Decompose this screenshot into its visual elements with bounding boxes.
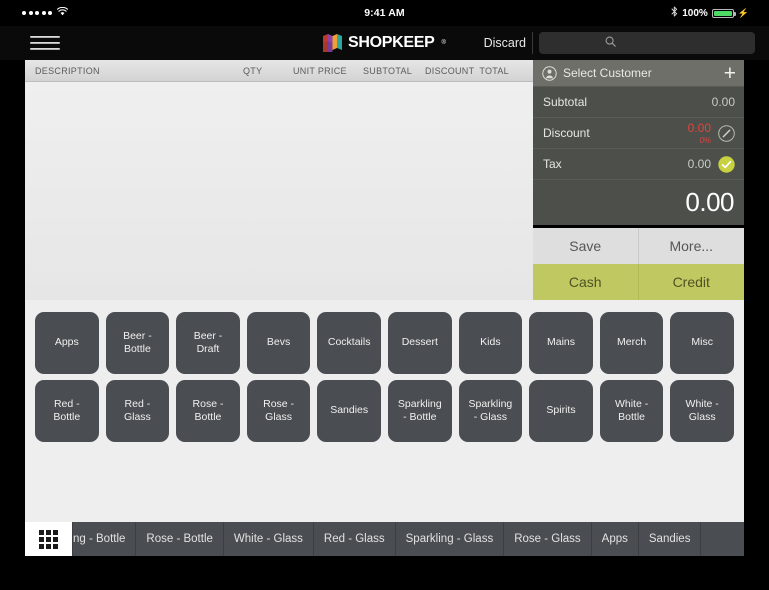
category-button[interactable]: Beer - Bottle — [105, 312, 170, 374]
tab-sparkling-bottle[interactable]: ng - Bottle — [73, 522, 137, 556]
category-button[interactable]: Mains — [529, 312, 593, 374]
ticket-column-headers: DESCRIPTION QTY UNIT PRICE SUBTOTAL DISC… — [25, 60, 533, 82]
grid-view-glyph — [39, 529, 58, 549]
category-button[interactable]: Spirits — [529, 380, 593, 442]
totals-panel: Select Customer + Subtotal 0.00 Discount… — [533, 60, 744, 225]
category-button[interactable]: Bevs — [246, 312, 311, 374]
shopkeep-logo-icon — [323, 34, 343, 52]
grand-total-row: 0.00 — [533, 180, 744, 224]
category-button[interactable]: Beer - Draft — [176, 312, 240, 374]
cash-button[interactable]: Cash — [533, 264, 639, 300]
search-input[interactable] — [619, 37, 690, 49]
bluetooth-icon — [671, 6, 678, 20]
tax-label: Tax — [543, 157, 562, 171]
subtotal-value: 0.00 — [711, 95, 735, 109]
category-button[interactable]: Rose - Bottle — [176, 380, 240, 442]
ios-status-bar: 9:41 AM 100% ⚡ — [0, 0, 769, 26]
category-button[interactable]: Rose - Glass — [246, 380, 311, 442]
category-grid-area: Apps Beer - Bottle Beer - Draft Bevs Cockt… — [25, 300, 744, 522]
discount-percent: 0% — [699, 136, 711, 146]
tab-rose-glass[interactable]: Rose - Glass — [504, 522, 592, 556]
column-header-discount: DISCOUNT — [425, 66, 475, 76]
ticket-panel: DESCRIPTION QTY UNIT PRICE SUBTOTAL DISC… — [25, 60, 533, 300]
tab-sandies[interactable]: Sandies — [639, 522, 702, 556]
column-header-qty: QTY — [243, 66, 263, 76]
search-field[interactable] — [539, 32, 755, 54]
tab-red-glass[interactable]: Red - Glass — [314, 522, 396, 556]
action-button-group: Save More... Cash Credit — [533, 228, 744, 300]
column-header-total: TOTAL — [479, 66, 509, 76]
category-button[interactable]: Sparkling - Bottle — [387, 380, 452, 442]
discount-value: 0.00 — [687, 121, 711, 136]
category-row-1: Apps Beer - Bottle Beer - Draft Bevs Cockt… — [35, 312, 734, 374]
navbar-divider — [532, 32, 533, 54]
discount-label: Discount — [543, 126, 590, 140]
check-circle-icon[interactable] — [718, 155, 735, 173]
tab-overflow-area[interactable] — [701, 522, 744, 556]
battery-full-icon — [711, 8, 736, 18]
category-button[interactable]: Cocktails — [317, 312, 381, 374]
save-button[interactable]: Save — [533, 228, 639, 264]
category-button[interactable]: Dessert — [387, 312, 452, 374]
select-customer-label: Select Customer — [563, 66, 652, 80]
tax-row[interactable]: Tax 0.00 — [533, 149, 744, 180]
charging-bolt-icon: ⚡ — [737, 7, 749, 18]
category-button[interactable]: Sandies — [317, 380, 381, 442]
ticket-line-items-empty[interactable] — [25, 82, 533, 300]
column-header-unit-price: UNIT PRICE — [293, 66, 347, 76]
category-button[interactable]: Misc — [670, 312, 734, 374]
status-clock: 9:41 AM — [364, 7, 405, 19]
battery-percent-label: 100% — [682, 7, 708, 19]
category-button[interactable]: Merch — [599, 312, 664, 374]
search-icon — [605, 34, 616, 52]
category-button[interactable]: Red - Glass — [105, 380, 170, 442]
brand-name: SHOPKEEP — [348, 34, 435, 51]
grid-view-icon[interactable] — [25, 522, 73, 556]
select-customer-row[interactable]: Select Customer + — [533, 60, 744, 87]
app-navbar: SHOPKEEP ® Discard — [0, 26, 769, 60]
category-button[interactable]: Sparkling - Glass — [458, 380, 523, 442]
tab-white-glass[interactable]: White - Glass — [224, 522, 314, 556]
tab-rose-bottle[interactable]: Rose - Bottle — [136, 522, 224, 556]
category-button[interactable]: Apps — [35, 312, 99, 374]
tax-value: 0.00 — [687, 157, 711, 171]
category-button[interactable]: White - Bottle — [599, 380, 664, 442]
shopkeep-pos-app: 9:41 AM 100% ⚡ SHOPKEEP ® Discard DESCRI… — [0, 0, 769, 590]
category-button[interactable]: Kids — [458, 312, 523, 374]
subtotal-label: Subtotal — [543, 95, 588, 109]
category-button[interactable]: White - Glass — [670, 380, 734, 442]
subtotal-row: Subtotal 0.00 — [533, 87, 744, 118]
person-circle-icon — [542, 65, 557, 81]
category-tab-bar: ng - Bottle Rose - Bottle White - Glass … — [25, 522, 744, 556]
discard-button[interactable]: Discard — [484, 36, 526, 50]
tab-sparkling-glass[interactable]: Sparkling - Glass — [396, 522, 505, 556]
status-right-group: 100% ⚡ — [671, 6, 749, 20]
grand-total-value: 0.00 — [685, 186, 734, 217]
category-row-2: Red - Bottle Red - Glass Rose - Bottle Rose… — [35, 380, 734, 442]
hamburger-menu-icon[interactable] — [30, 34, 60, 52]
brand-trademark: ® — [441, 40, 446, 46]
pencil-circle-icon[interactable] — [718, 124, 735, 142]
credit-button[interactable]: Credit — [638, 264, 744, 300]
discount-row[interactable]: Discount 0.00 0% — [533, 118, 744, 149]
category-button[interactable]: Red - Bottle — [35, 380, 99, 442]
column-header-description: DESCRIPTION — [35, 66, 100, 76]
more-button[interactable]: More... — [638, 228, 744, 264]
tab-apps[interactable]: Apps — [592, 522, 639, 556]
plus-icon[interactable]: + — [724, 63, 736, 84]
column-header-subtotal: SUBTOTAL — [363, 66, 413, 76]
discount-values: 0.00 0% — [688, 120, 711, 145]
